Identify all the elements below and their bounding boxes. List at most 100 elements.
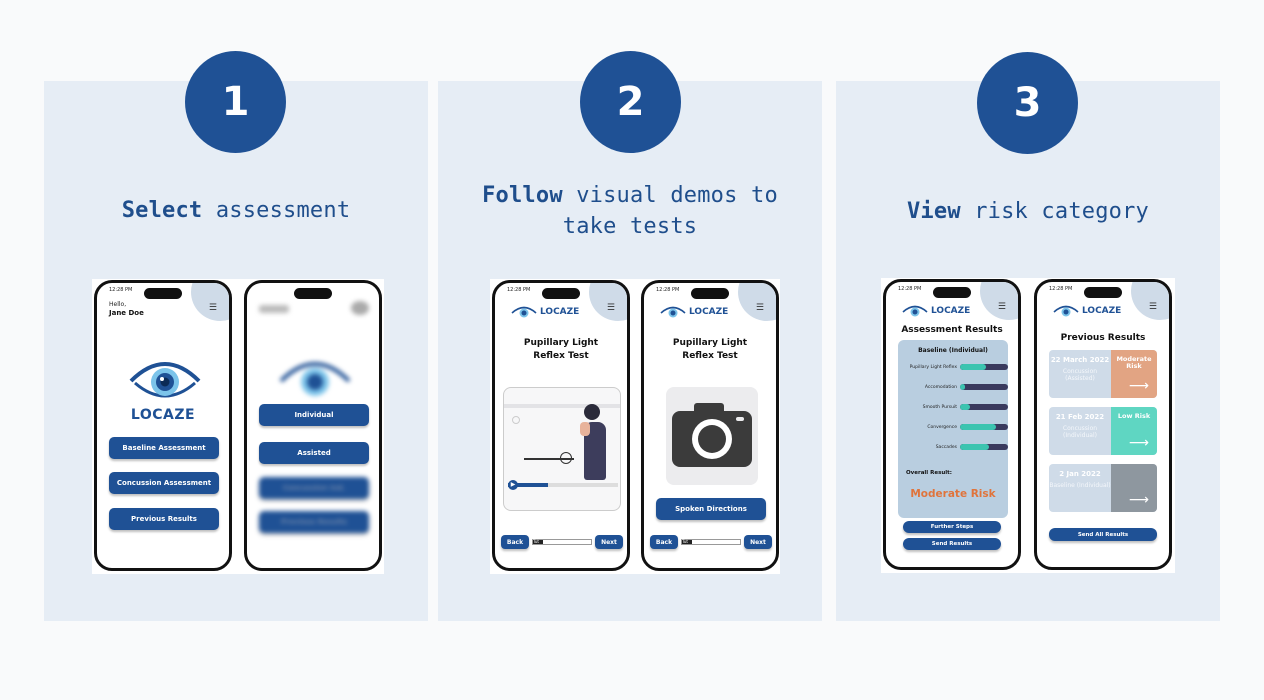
history-type: Concussion (Individual) xyxy=(1062,425,1098,439)
step-heading: Follow visual demos to take tests xyxy=(482,183,778,239)
history-type: Baseline (Individual) xyxy=(1049,482,1111,489)
phone-plr-demo: 12:28 PM ▮▮ ◔ ▭ ☰ LOCAZE Pupillary Light… xyxy=(492,280,630,571)
metric-bar xyxy=(960,444,1008,450)
step-heading: Select assessment xyxy=(121,198,351,223)
eye-logo-icon xyxy=(279,362,351,396)
history-date: 21 Feb 2022 xyxy=(1055,413,1105,421)
metric-bar xyxy=(960,424,1008,430)
assisted-option-button[interactable]: Assisted xyxy=(259,442,369,464)
history-card[interactable]: 22 March 2022 Concussion (Assisted) Modera… xyxy=(1049,350,1157,398)
step-number-badge: 2 xyxy=(580,51,681,153)
step-number-badge: 3 xyxy=(977,52,1078,154)
previous-results-button[interactable]: Previous Results xyxy=(109,508,219,530)
test-title: Pupillary Light Reflex Test xyxy=(523,338,599,361)
menu-icon[interactable]: ☰ xyxy=(607,303,615,313)
app-screenshot: 12:28 PM ▮▮ ◔ ▭ ☰ LOCAZE Pupillary Light… xyxy=(490,279,780,574)
history-card[interactable]: 2 Jan 2022 Baseline (Individual) ⟶ xyxy=(1049,464,1157,512)
metric-row: Pupillary Light Reflex xyxy=(904,362,1010,372)
history-date: 2 Jan 2022 xyxy=(1059,470,1101,478)
metric-label: Saccades xyxy=(935,444,957,450)
header-logo: LOCAZE xyxy=(660,305,728,319)
status-time: 12:28 PM xyxy=(656,287,680,293)
step-panel-2: Follow visual demos to take tests 12:28 P… xyxy=(438,81,822,621)
play-icon[interactable]: ▶ xyxy=(508,480,518,490)
metric-bar-fill xyxy=(960,364,987,370)
metric-label: Convergence xyxy=(927,424,957,430)
metric-bar-fill xyxy=(960,424,996,430)
step-number-badge: 1 xyxy=(185,51,286,153)
metric-bar xyxy=(960,364,1008,370)
results-card: Baseline (Individual) Pupillary Light Re… xyxy=(898,340,1008,518)
send-all-results-button[interactable]: Send All Results xyxy=(1049,528,1157,541)
history-date: 22 March 2022 xyxy=(1050,356,1110,364)
results-title: Assessment Results xyxy=(901,325,1003,335)
header-logo: LOCAZE xyxy=(1053,304,1121,318)
overall-label: Overall Result: xyxy=(906,470,952,476)
status-time: 12:28 PM xyxy=(109,287,133,293)
status-time: 12:28 PM xyxy=(898,286,922,292)
metric-bar-fill xyxy=(960,444,989,450)
app-screenshot: 12:28 PM ▮▮ ◔ ▭ ☰ LOCAZE Assessment Resu… xyxy=(881,278,1175,573)
metric-label: Accomodation xyxy=(924,384,957,390)
header-logo: LOCAZE xyxy=(902,304,970,318)
metric-label: Smooth Pursuit xyxy=(922,404,957,410)
metric-label: Pupillary Light Reflex xyxy=(909,364,957,370)
phone-home: 12:28 PM ▮▮ ◔ ▭ ☰ Hello, Jane Doe LOCAZE… xyxy=(94,280,232,571)
menu-icon[interactable]: ☰ xyxy=(998,302,1006,312)
metric-row: Accomodation xyxy=(904,382,1010,392)
demo-video[interactable]: ▶ xyxy=(503,387,621,511)
metric-row: Smooth Pursuit xyxy=(904,402,1010,412)
blurred-button: Concussion Ind. xyxy=(259,477,369,499)
arrow-right-icon[interactable]: ⟶ xyxy=(1129,492,1149,508)
arrow-right-icon[interactable]: ⟶ xyxy=(1129,435,1149,451)
menu-icon[interactable]: ☰ xyxy=(756,303,764,313)
phone-assessment-results: 12:28 PM ▮▮ ◔ ▭ ☰ LOCAZE Assessment Resu… xyxy=(883,279,1021,570)
back-button[interactable]: Back xyxy=(501,535,529,549)
phone-assessment-type: Individual Assisted Concussion Ind. Prev… xyxy=(244,280,382,571)
spoken-directions-button[interactable]: Spoken Directions xyxy=(656,498,766,520)
baseline-label: Baseline (Individual) xyxy=(918,347,988,354)
menu-icon[interactable]: ☰ xyxy=(1149,302,1157,312)
user-name: Jane Doe xyxy=(109,309,144,317)
history-card[interactable]: 21 Feb 2022 Concussion (Individual) Low Ri… xyxy=(1049,407,1157,455)
arrow-right-icon[interactable]: ⟶ xyxy=(1129,378,1149,394)
metric-bar-fill xyxy=(960,384,965,390)
previous-results-title: Previous Results xyxy=(1060,333,1146,343)
next-button[interactable]: Next xyxy=(595,535,623,549)
eye-logo-icon xyxy=(902,305,928,317)
concussion-assessment-button[interactable]: Concussion Assessment xyxy=(109,472,219,494)
baseline-assessment-button[interactable]: Baseline Assessment xyxy=(109,437,219,459)
eye-logo-icon xyxy=(660,306,686,318)
further-steps-button[interactable]: Further Steps xyxy=(903,521,1001,533)
back-button[interactable]: Back xyxy=(650,535,678,549)
status-time: 12:28 PM xyxy=(1049,286,1073,292)
eye-logo-icon xyxy=(511,306,537,318)
metric-bar xyxy=(960,384,1008,390)
metric-bar xyxy=(960,404,1008,410)
overall-risk: Moderate Risk xyxy=(910,488,996,500)
progress-bar: Tut xyxy=(681,539,741,545)
header-logo: LOCAZE xyxy=(511,305,579,319)
menu-icon[interactable]: ☰ xyxy=(209,303,217,313)
metric-bar-fill xyxy=(960,404,970,410)
individual-option-button[interactable]: Individual xyxy=(259,404,369,426)
progress-bar: Tut xyxy=(532,539,592,545)
eye-logo-icon xyxy=(129,362,201,398)
next-button[interactable]: Next xyxy=(744,535,772,549)
step-panel-3: View risk category 12:28 PM ▮▮ ◔ ▭ ☰ LOC… xyxy=(836,81,1220,621)
blurred-button: Previous Results xyxy=(259,511,369,533)
test-title: Pupillary Light Reflex Test xyxy=(672,338,748,361)
send-results-button[interactable]: Send Results xyxy=(903,538,1001,550)
phone-plr-camera: 12:28 PM ▮▮ ◔ ▭ ☰ LOCAZE Pupillary Light… xyxy=(641,280,779,571)
phone-previous-results: 12:28 PM ▮▮ ◔ ▭ ☰ LOCAZE Previous Result… xyxy=(1034,279,1172,570)
eye-logo-icon xyxy=(1053,305,1079,317)
camera-icon xyxy=(672,403,752,467)
history-type: Concussion (Assisted) xyxy=(1062,368,1098,382)
status-time: 12:28 PM xyxy=(507,287,531,293)
brand-name: LOCAZE xyxy=(130,407,196,423)
step-panel-1: Select assessment 12:28 PM ▮▮ ◔ ▭ ☰ Hell… xyxy=(44,81,428,621)
metric-row: Saccades xyxy=(904,442,1010,452)
app-screenshot: 12:28 PM ▮▮ ◔ ▭ ☰ Hello, Jane Doe LOCAZE… xyxy=(92,279,384,574)
metric-row: Convergence xyxy=(904,422,1010,432)
step-heading: View risk category xyxy=(906,199,1149,224)
